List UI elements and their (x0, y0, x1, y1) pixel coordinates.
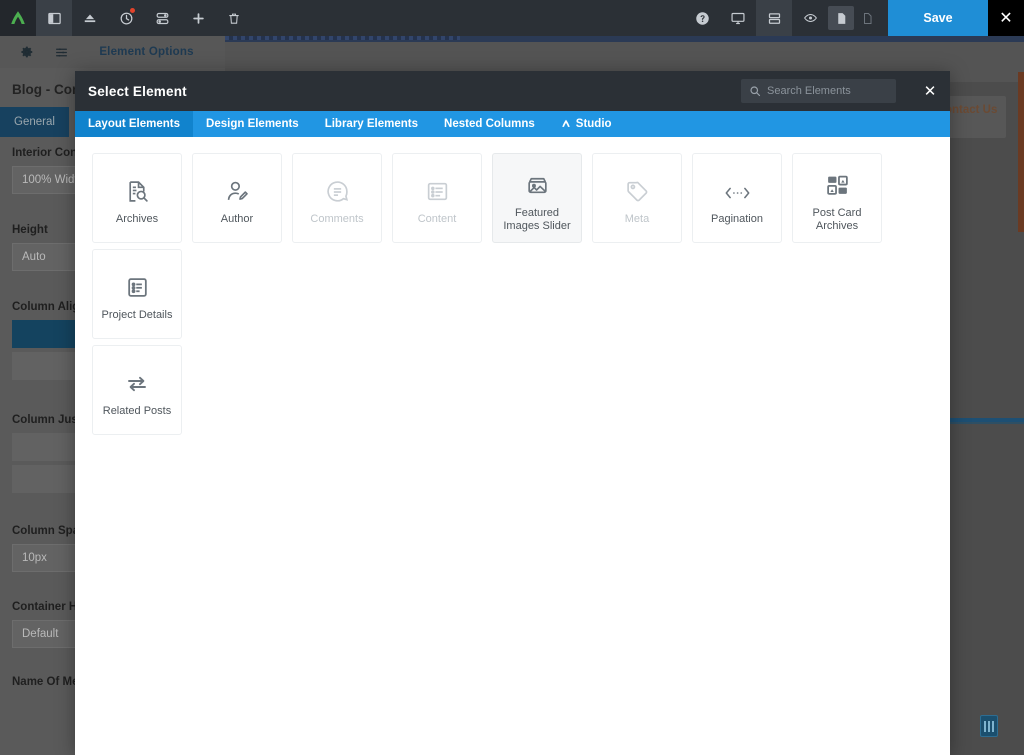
element-label: Pagination (711, 213, 763, 225)
exchange-arrows-icon (124, 362, 150, 396)
app-logo-icon[interactable] (0, 0, 36, 36)
element-label: Featured Images Slider (503, 206, 571, 232)
element-label: Related Posts (102, 405, 172, 417)
element-card-featured-images-slider[interactable]: Featured Images Slider (492, 153, 582, 243)
save-button[interactable]: Save (888, 0, 988, 36)
sidebar-tab-general[interactable]: General (0, 107, 69, 137)
layers-icon[interactable] (144, 0, 180, 36)
tab-layout-elements[interactable]: Layout Elements (75, 111, 194, 137)
comment-bubble-icon (325, 170, 350, 204)
canvas-row-handle[interactable] (225, 36, 460, 40)
element-card-pagination[interactable]: Pagination (692, 153, 782, 243)
tag-icon (625, 170, 650, 204)
columns-icon[interactable] (756, 0, 792, 36)
preview-eye-icon[interactable] (792, 0, 828, 36)
element-card-author[interactable]: Author (192, 153, 282, 243)
tab-label: Layout Elements (88, 118, 181, 130)
tab-nested-columns[interactable]: Nested Columns (431, 111, 548, 137)
pagination-arrows-icon (724, 170, 751, 204)
tab-label: Design Elements (206, 118, 299, 130)
close-builder-button[interactable]: ✕ (988, 0, 1024, 36)
element-card-post-card-archives[interactable]: Post Card Archives (792, 153, 882, 243)
tab-label: Studio (575, 118, 612, 130)
modal-body: Archives Author Comments Content Feature… (75, 137, 950, 755)
details-list-icon (125, 266, 150, 300)
tab-library-elements[interactable]: Library Elements (312, 111, 431, 137)
canvas-right-edge-bar (1018, 72, 1024, 232)
tab-label: Library Elements (324, 118, 419, 130)
select-element-modal: Select Element ✕ Layout Elements Design … (75, 71, 950, 755)
sliders-icon[interactable] (44, 46, 78, 59)
element-card-project-details[interactable]: Project Details (92, 249, 182, 339)
element-label: Meta (624, 213, 650, 225)
element-label: Project Details (101, 309, 173, 321)
page-outline-icon[interactable] (854, 6, 880, 30)
image-slider-icon (524, 164, 551, 198)
user-edit-icon (225, 170, 250, 204)
element-card-archives[interactable]: Archives (92, 153, 182, 243)
close-icon[interactable]: ✕ (910, 71, 950, 111)
add-element-icon[interactable] (180, 0, 216, 36)
search-icon (750, 86, 761, 97)
page-template-toggle-group (828, 0, 880, 36)
top-toolbar: Save ✕ (0, 0, 1024, 36)
sidebar-header-title: Element Options (99, 46, 194, 58)
element-label: Author (220, 213, 254, 225)
element-card-related-posts[interactable]: Related Posts (92, 345, 182, 435)
history-badge-dot (130, 8, 135, 13)
element-label: Archives (115, 213, 159, 225)
element-label: Post Card Archives (812, 206, 862, 232)
search-elements-field[interactable] (741, 79, 909, 103)
element-card-comments: Comments (292, 153, 382, 243)
toolbar-gap (880, 0, 888, 36)
sidebar-header: Element Options (0, 36, 225, 68)
panel-toggle-icon[interactable] (36, 0, 72, 36)
element-label: Content (417, 213, 457, 225)
modal-title: Select Element (88, 83, 187, 99)
grid-cards-icon (825, 164, 850, 198)
element-grid: Archives Author Comments Content Feature… (87, 153, 938, 441)
trash-icon[interactable] (216, 0, 252, 36)
page-filled-icon[interactable] (828, 6, 854, 30)
modal-tabs: Layout Elements Design Elements Library … (75, 111, 950, 137)
studio-logo-icon (561, 118, 571, 132)
element-card-meta: Meta (592, 153, 682, 243)
element-card-content: Content (392, 153, 482, 243)
responsive-desktop-icon[interactable] (720, 0, 756, 36)
tab-design-elements[interactable]: Design Elements (193, 111, 312, 137)
column-resize-handle[interactable] (980, 715, 998, 737)
element-label: Comments (310, 213, 364, 225)
content-list-icon (425, 170, 450, 204)
history-icon[interactable] (108, 0, 144, 36)
document-search-icon (125, 170, 150, 204)
tab-label: Nested Columns (444, 118, 535, 130)
modal-header: Select Element ✕ (75, 71, 950, 111)
tab-studio[interactable]: Studio (548, 111, 625, 137)
help-icon[interactable] (684, 0, 720, 36)
search-input[interactable] (767, 85, 909, 97)
save-library-icon[interactable] (72, 0, 108, 36)
gear-icon[interactable] (10, 45, 44, 59)
